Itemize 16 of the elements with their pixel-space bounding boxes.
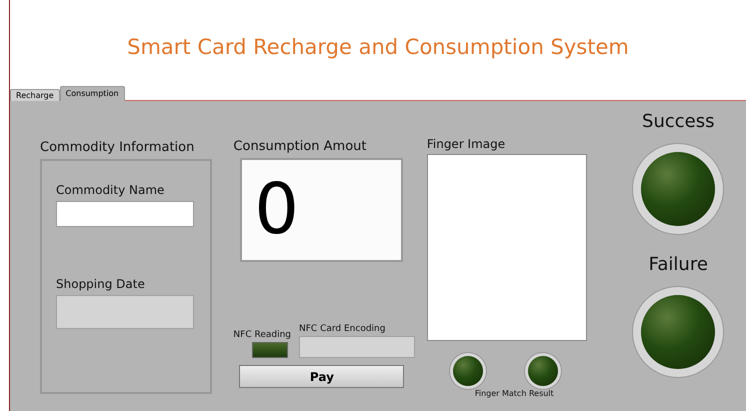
- pay-button[interactable]: Pay: [239, 365, 404, 388]
- nfc-encoding-label: NFC Card Encoding: [299, 324, 386, 334]
- success-label: Success: [642, 111, 715, 132]
- tab[interactable]: Recharge: [10, 89, 60, 101]
- field-label: Shopping Date: [56, 277, 146, 291]
- finger-match-label: Finger Match Result: [474, 389, 555, 398]
- group-title: Commodity Information: [40, 140, 196, 155]
- commodity-name-field[interactable]: [56, 201, 194, 227]
- nfc-reading-label: NFC Reading: [233, 330, 292, 340]
- amount-label: Consumption Amout: [233, 139, 368, 154]
- failure-label: Failure: [648, 254, 708, 275]
- amount-display: 0: [240, 158, 404, 262]
- app-title: Smart Card Recharge and Consumption System: [127, 35, 629, 59]
- tab[interactable]: Consumption: [60, 86, 125, 101]
- field-label: Commodity Name: [56, 183, 166, 197]
- finger-image-label: Finger Image: [426, 137, 506, 151]
